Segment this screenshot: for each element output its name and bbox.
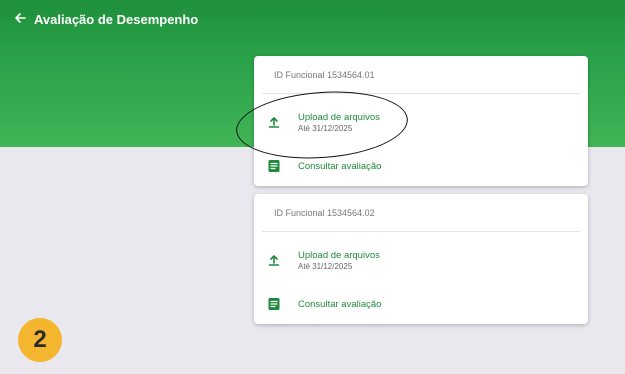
step-number-badge: 2 [18,318,62,362]
upload-files-label: Upload de arquivos [298,111,380,123]
document-icon [264,156,284,176]
upload-files-label: Upload de arquivos [298,249,380,261]
employee-card-1: ID Funcional 1534564.01 Upload de arquiv… [254,56,588,186]
upload-files-button[interactable]: Upload de arquivos Até 31/12/2025 [254,108,588,136]
view-evaluation-label: Consultar avaliação [298,298,382,310]
upload-deadline: Até 31/12/2025 [298,123,353,133]
upload-files-button[interactable]: Upload de arquivos Até 31/12/2025 [254,246,588,274]
employee-card-2: ID Funcional 1534564.02 Upload de arquiv… [254,194,588,324]
view-evaluation-button[interactable]: Consultar avaliação [254,290,588,318]
top-app-bar: Avaliação de Desempenho [0,0,625,38]
upload-icon [264,112,284,132]
upload-deadline: Até 31/12/2025 [298,261,353,271]
upload-icon [264,250,284,270]
view-evaluation-label: Consultar avaliação [298,160,382,172]
view-evaluation-button[interactable]: Consultar avaliação [254,152,588,180]
functional-id-label: ID Funcional 1534564.02 [262,194,580,232]
arrow-left-icon [14,11,26,28]
document-icon [264,294,284,314]
page-title: Avaliação de Desempenho [34,11,199,27]
functional-id-label: ID Funcional 1534564.01 [262,56,580,94]
